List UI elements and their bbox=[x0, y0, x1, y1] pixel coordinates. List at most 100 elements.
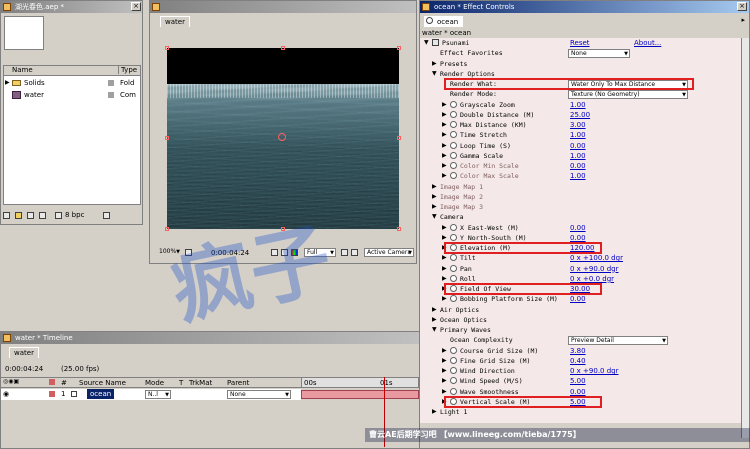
property-dropdown[interactable]: Texture (No Geometry) bbox=[568, 90, 688, 100]
effect-row-light-1[interactable]: ▶ Light 1 bbox=[420, 407, 748, 417]
collapse-icon[interactable]: ▼ bbox=[424, 38, 429, 48]
stopwatch-icon[interactable] bbox=[450, 223, 457, 231]
expand-icon[interactable]: ▶ bbox=[432, 182, 437, 192]
property-value[interactable]: Reset bbox=[570, 38, 590, 48]
property-value[interactable]: 5.00 bbox=[570, 376, 586, 386]
expand-icon[interactable]: ▶ bbox=[432, 192, 437, 202]
scroll-end-icon[interactable] bbox=[103, 212, 110, 219]
effect-row-wind-speed-m-s[interactable]: ▶ Wind Speed (M/S) 5.00 bbox=[420, 376, 748, 386]
effect-row-field-of-view[interactable]: ▶ Field Of View 30.00 bbox=[420, 283, 748, 295]
effect-row-psunami[interactable]: ▼ Psunami Reset About... bbox=[420, 38, 748, 48]
property-value[interactable]: 0.00 bbox=[570, 161, 586, 171]
anchor-point-icon[interactable] bbox=[278, 133, 286, 141]
parent-header[interactable]: Parent bbox=[227, 379, 249, 387]
expand-icon[interactable]: ▶ bbox=[442, 346, 447, 356]
effect-row-color-min-scale[interactable]: ▶ Color Min Scale 0.00 bbox=[420, 161, 748, 171]
expand-icon[interactable]: ▶ bbox=[442, 120, 447, 130]
property-value[interactable]: 0 x +100.0 dgr bbox=[570, 253, 623, 263]
stopwatch-icon[interactable] bbox=[450, 233, 457, 241]
transparency-grid-icon[interactable] bbox=[351, 249, 358, 256]
effect-row-tilt[interactable]: ▶ Tilt 0 x +100.0 dgr bbox=[420, 253, 748, 263]
region-of-interest-icon[interactable] bbox=[341, 249, 348, 256]
show-snapshot-icon[interactable] bbox=[281, 249, 288, 256]
stopwatch-icon[interactable] bbox=[450, 274, 457, 282]
col-name-header[interactable]: Name bbox=[12, 66, 33, 74]
comp-title-bar[interactable] bbox=[150, 1, 416, 13]
property-dropdown[interactable]: Preview Detail bbox=[568, 336, 668, 346]
channel-icon[interactable] bbox=[291, 249, 298, 256]
tab-water[interactable]: water bbox=[9, 347, 39, 358]
property-value[interactable]: 0 x +90.0 dgr bbox=[570, 264, 619, 274]
effect-row-bobbing-platform-size-m[interactable]: ▶ Bobbing Platform Size (M) 0.00 bbox=[420, 294, 748, 304]
stopwatch-icon[interactable] bbox=[450, 295, 457, 303]
layer-handle[interactable] bbox=[165, 227, 169, 231]
property-value[interactable]: 0.00 bbox=[570, 294, 586, 304]
trash-icon[interactable] bbox=[39, 212, 46, 219]
parent-dropdown[interactable]: None bbox=[227, 390, 291, 399]
new-comp-icon[interactable] bbox=[27, 212, 34, 219]
bpc-label[interactable]: 8 bpc bbox=[65, 211, 84, 219]
active-camera-dropdown[interactable]: Active Camera bbox=[364, 248, 414, 257]
property-value[interactable]: 0.00 bbox=[570, 223, 586, 233]
video-switch-icon[interactable]: ◉ bbox=[3, 390, 9, 398]
stopwatch-icon[interactable] bbox=[450, 172, 457, 180]
expand-icon[interactable]: ▶ bbox=[442, 110, 447, 120]
expand-icon[interactable]: ▶ bbox=[442, 141, 447, 151]
stopwatch-icon[interactable] bbox=[450, 387, 457, 395]
layer-handle[interactable] bbox=[397, 46, 401, 50]
effect-row-grayscale-zoom[interactable]: ▶ Grayscale Zoom 1.00 bbox=[420, 100, 748, 110]
resolution-dropdown[interactable]: Full bbox=[304, 248, 336, 257]
safe-zones-icon[interactable] bbox=[185, 249, 192, 256]
project-item-solids[interactable]: ▶ Solids Fold bbox=[4, 78, 140, 88]
effect-row-course-grid-size-m[interactable]: ▶ Course Grid Size (M) 3.80 bbox=[420, 346, 748, 356]
timeline-timecode[interactable]: 0:00:04:24 bbox=[5, 365, 43, 373]
mode-header[interactable]: Mode bbox=[145, 379, 164, 387]
property-value[interactable]: 0.40 bbox=[570, 356, 586, 366]
effect-row-wind-direction[interactable]: ▶ Wind Direction 0 x +90.0 dgr bbox=[420, 366, 748, 376]
stopwatch-icon[interactable] bbox=[450, 121, 457, 128]
fx-toggle-icon[interactable] bbox=[432, 39, 439, 46]
effect-row-vertical-scale-m[interactable]: ▶ Vertical Scale (M) 5.00 bbox=[420, 395, 748, 408]
collapse-icon[interactable]: ▼ bbox=[432, 212, 437, 222]
expand-icon[interactable]: ▶ bbox=[442, 366, 447, 376]
property-value[interactable]: 1.00 bbox=[570, 100, 586, 110]
zoom-dropdown[interactable]: 100% bbox=[157, 248, 181, 257]
property-value[interactable]: 3.00 bbox=[570, 120, 586, 130]
expand-icon[interactable]: ▶ bbox=[442, 130, 447, 140]
panel-menu-icon[interactable]: ▸ bbox=[741, 16, 745, 24]
stopwatch-icon[interactable] bbox=[450, 141, 457, 149]
property-value[interactable]: 3.80 bbox=[570, 346, 586, 356]
layer-name[interactable]: ocean bbox=[87, 389, 115, 399]
effect-row-image-map-3[interactable]: ▶ Image Map 3 bbox=[420, 202, 748, 212]
layer-handle[interactable] bbox=[397, 136, 401, 140]
layer-handle[interactable] bbox=[281, 227, 285, 231]
effect-row-x-east-west-m[interactable]: ▶ X East-West (M) 0.00 bbox=[420, 223, 748, 233]
table-row[interactable]: ◉ 1 ocean N..l None bbox=[1, 389, 301, 400]
effect-row-time-stretch[interactable]: ▶ Time Stretch 1.00 bbox=[420, 130, 748, 140]
effect-row-air-optics[interactable]: ▶ Air Optics bbox=[420, 305, 748, 315]
tab-water[interactable]: water bbox=[160, 16, 190, 27]
timeline-ruler[interactable]: 00s 01s bbox=[301, 377, 419, 388]
snapshot-icon[interactable] bbox=[271, 249, 278, 256]
expand-icon[interactable]: ▶ bbox=[442, 100, 447, 110]
effect-controls-title-bar[interactable]: ocean * Effect Controls × bbox=[420, 1, 749, 13]
effect-row-primary-waves[interactable]: ▼ Primary Waves bbox=[420, 325, 748, 335]
project-item-water[interactable]: water Com bbox=[4, 90, 140, 100]
expand-icon[interactable]: ▶ bbox=[432, 315, 437, 325]
stopwatch-icon[interactable] bbox=[450, 356, 457, 364]
property-value[interactable]: 1.00 bbox=[570, 171, 586, 181]
layer-duration-bar[interactable] bbox=[301, 390, 419, 399]
expand-icon[interactable]: ▶ bbox=[442, 223, 447, 233]
timecode[interactable]: 0:00:04:24 bbox=[211, 248, 249, 258]
stopwatch-icon[interactable] bbox=[450, 346, 457, 354]
stopwatch-icon[interactable] bbox=[450, 110, 457, 118]
effect-row-double-distance-m[interactable]: ▶ Double Distance (M) 25.00 bbox=[420, 110, 748, 120]
layer-handle[interactable] bbox=[397, 227, 401, 231]
interpret-footage-icon[interactable] bbox=[3, 212, 10, 219]
property-dropdown[interactable]: None bbox=[568, 49, 630, 59]
source-name-header[interactable]: Source Name bbox=[79, 379, 126, 387]
effect-row-effect-favorites[interactable]: Effect Favorites None bbox=[420, 48, 748, 59]
expand-icon[interactable]: ▶ bbox=[442, 161, 447, 171]
stopwatch-icon[interactable] bbox=[450, 131, 457, 139]
close-icon[interactable]: × bbox=[131, 2, 141, 11]
